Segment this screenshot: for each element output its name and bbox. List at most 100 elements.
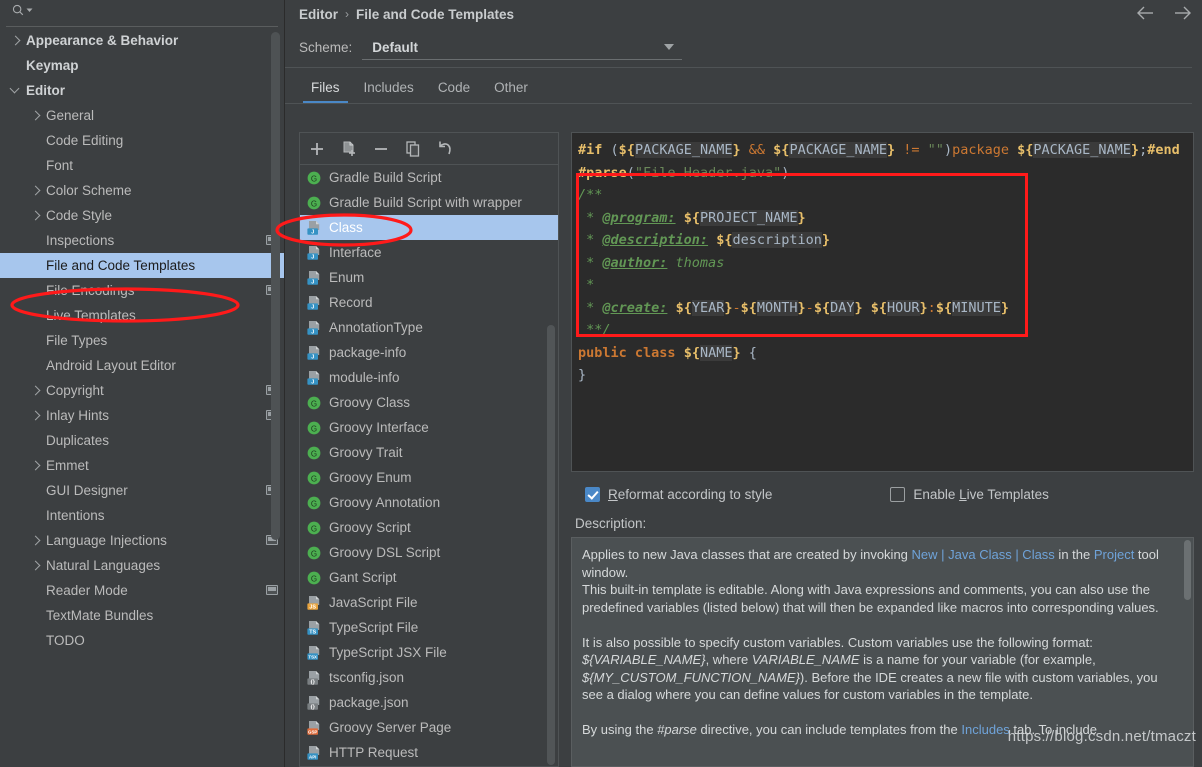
template-list-item[interactable]: J Enum <box>300 265 558 290</box>
description-paragraph-3: It is also possible to specify custom va… <box>582 634 1158 703</box>
sidebar-item-reader-mode[interactable]: Reader Mode <box>0 578 284 603</box>
description-scrollbar[interactable] <box>1184 540 1191 600</box>
sidebar-item-live-templates[interactable]: Live Templates <box>0 303 284 328</box>
chevron-down-icon[interactable] <box>664 44 675 50</box>
groovy-icon: G <box>307 171 321 184</box>
sidebar-item-font[interactable]: Font <box>0 153 284 178</box>
chevron-right-icon[interactable] <box>30 535 41 546</box>
description-paragraph-1: Applies to new Java classes that are cre… <box>582 547 1159 580</box>
tab-includes[interactable]: Includes <box>352 71 426 103</box>
scheme-select[interactable]: Default <box>362 35 683 60</box>
template-list-item[interactable]: {} tsconfig.json <box>300 665 558 690</box>
chevron-right-icon[interactable] <box>30 210 41 221</box>
template-list-toolbar <box>299 132 559 164</box>
reformat-checkbox[interactable]: Reformat according to style <box>585 486 772 502</box>
chevron-down-icon[interactable] <box>26 7 33 14</box>
template-list-item-label: Groovy Script <box>329 520 411 535</box>
file-add-icon[interactable] <box>340 140 358 158</box>
template-list-item[interactable]: TSX TypeScript JSX File <box>300 640 558 665</box>
template-list-item[interactable]: TS TypeScript File <box>300 615 558 640</box>
api-file-icon: API <box>307 745 320 760</box>
template-list-item[interactable]: G Groovy Enum <box>300 465 558 490</box>
tab-files[interactable]: Files <box>299 71 352 103</box>
chevron-right-icon[interactable] <box>30 185 41 196</box>
template-list[interactable]: G Gradle Build Script G Gradle Build Script… <box>299 164 559 767</box>
sidebar-item-label: Code Editing <box>46 133 124 148</box>
template-list-item[interactable]: G Groovy Annotation <box>300 490 558 515</box>
template-list-item[interactable]: G Gradle Build Script <box>300 165 558 190</box>
template-list-item[interactable]: G Groovy Trait <box>300 440 558 465</box>
template-list-item[interactable]: Jpackage-info <box>300 340 558 365</box>
sidebar-item-code-editing[interactable]: Code Editing <box>0 128 284 153</box>
sidebar-item-file-and-code-templates[interactable]: File and Code Templates <box>0 253 284 278</box>
template-list-item[interactable]: J Interface <box>300 240 558 265</box>
chevron-right-icon[interactable] <box>30 385 41 396</box>
template-list-item[interactable]: G Groovy DSL Script <box>300 540 558 565</box>
sidebar-item-gui-designer[interactable]: GUI Designer <box>0 478 284 503</box>
template-list-item[interactable]: {} package.json <box>300 690 558 715</box>
template-list-scrollbar[interactable] <box>547 325 555 765</box>
sidebar-item-inlay-hints[interactable]: Inlay Hints <box>0 403 284 428</box>
sidebar-item-color-scheme[interactable]: Color Scheme <box>0 178 284 203</box>
settings-search-row[interactable] <box>6 0 278 27</box>
sidebar-item-natural-languages[interactable]: Natural Languages <box>0 553 284 578</box>
chevron-right-icon[interactable] <box>30 110 41 121</box>
chevron-right-icon[interactable] <box>30 460 41 471</box>
template-list-item[interactable]: G Gant Script <box>300 565 558 590</box>
template-list-item[interactable]: GSP Groovy Server Page <box>300 715 558 740</box>
chevron-right-icon[interactable] <box>30 560 41 571</box>
tab-other[interactable]: Other <box>482 71 540 103</box>
chevron-right-icon[interactable] <box>10 35 21 46</box>
minus-icon[interactable] <box>372 140 390 158</box>
live-templates-checkbox-box[interactable] <box>890 486 906 502</box>
sidebar-item-file-types[interactable]: File Types <box>0 328 284 353</box>
sidebar-item-textmate-bundles[interactable]: TextMate Bundles <box>0 603 284 628</box>
sidebar-item-language-injections[interactable]: Language Injections <box>0 528 284 553</box>
template-list-item[interactable]: G Groovy Script <box>300 515 558 540</box>
sidebar-item-android-layout-editor[interactable]: Android Layout Editor <box>0 353 284 378</box>
sidebar-item-appearance-behavior[interactable]: Appearance & Behavior <box>0 28 284 53</box>
sidebar-item-intentions[interactable]: Intentions <box>0 503 284 528</box>
template-list-item[interactable]: G Gradle Build Script with wrapper <box>300 190 558 215</box>
svg-text:G: G <box>311 549 317 558</box>
sidebar-item-todo[interactable]: TODO <box>0 628 284 653</box>
template-code-editor[interactable]: #if (${PACKAGE_NAME} && ${PACKAGE_NAME} … <box>571 132 1194 472</box>
tab-code[interactable]: Code <box>426 71 482 103</box>
sidebar-item-file-encodings[interactable]: File Encodings <box>0 278 284 303</box>
template-list-item[interactable]: J Class <box>300 215 558 240</box>
template-list-item[interactable]: J AnnotationType <box>300 315 558 340</box>
sidebar-item-copyright[interactable]: Copyright <box>0 378 284 403</box>
template-list-item[interactable]: Jmodule-info <box>300 365 558 390</box>
sidebar-item-editor[interactable]: Editor <box>0 78 284 103</box>
settings-tree[interactable]: Appearance & Behavior Keymap Editor General… <box>0 28 284 767</box>
copy-icon[interactable] <box>404 140 422 158</box>
arrow-right-icon[interactable] <box>1171 4 1193 22</box>
sidebar-item-inspections[interactable]: Inspections <box>0 228 284 253</box>
chevron-right-icon[interactable] <box>30 410 41 421</box>
sidebar-item-emmet[interactable]: Emmet <box>0 453 284 478</box>
reformat-checkbox-box[interactable] <box>585 486 600 502</box>
tsx-file-icon: TSX <box>307 645 320 660</box>
sidebar-item-keymap[interactable]: Keymap <box>0 53 284 78</box>
breadcrumb-parent[interactable]: Editor <box>299 7 338 22</box>
undo-icon[interactable] <box>436 140 454 158</box>
arrow-left-icon[interactable] <box>1135 4 1157 22</box>
sidebar-item-duplicates[interactable]: Duplicates <box>0 428 284 453</box>
chevron-down-icon[interactable] <box>10 85 21 96</box>
template-list-item[interactable]: G Groovy Interface <box>300 415 558 440</box>
search-icon[interactable] <box>12 4 33 16</box>
template-list-item[interactable]: J Record <box>300 290 558 315</box>
template-list-item[interactable]: G Groovy Class <box>300 390 558 415</box>
template-list-item-label: Groovy Class <box>329 395 411 410</box>
template-tabs: Files Includes Code Other <box>285 68 1192 104</box>
live-templates-checkbox[interactable]: Enable Live Templates <box>890 486 1049 502</box>
plus-icon[interactable] <box>308 140 326 158</box>
sidebar-scrollbar[interactable] <box>271 32 280 540</box>
sidebar-item-general[interactable]: General <box>0 103 284 128</box>
sidebar-item-code-style[interactable]: Code Style <box>0 203 284 228</box>
template-list-item[interactable]: API HTTP Request <box>300 740 558 765</box>
template-list-item[interactable]: JS JavaScript File <box>300 590 558 615</box>
svg-text:TS: TS <box>309 629 316 635</box>
java-class-icon: J <box>307 220 320 235</box>
